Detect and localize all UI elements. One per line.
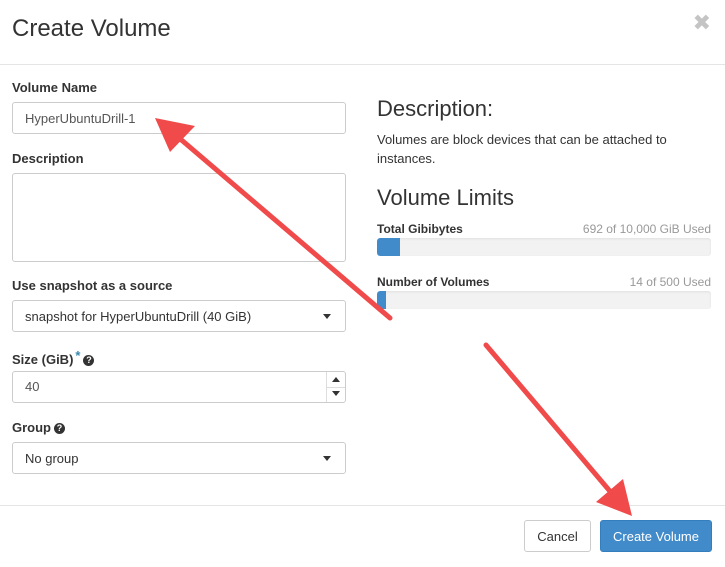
cancel-button[interactable]: Cancel — [524, 520, 591, 552]
size-stepper: 40 — [12, 371, 346, 403]
decrement-icon[interactable] — [327, 387, 345, 402]
volume-name-label: Volume Name — [12, 80, 98, 95]
dialog-header: Create Volume ✖ — [0, 0, 725, 65]
close-icon[interactable]: ✖ — [693, 12, 711, 34]
group-select[interactable]: No group — [12, 442, 346, 474]
increment-icon[interactable] — [327, 372, 345, 388]
caret-down-icon — [323, 456, 331, 461]
snapshot-source-select[interactable]: snapshot for HyperUbuntuDrill (40 GiB) — [12, 300, 346, 332]
red-arrow-icon — [483, 342, 632, 516]
volume-limits-heading: Volume Limits — [377, 185, 514, 210]
size-value[interactable]: 40 — [25, 372, 39, 402]
dialog-title: Create Volume — [12, 15, 171, 42]
total-gibibytes-bar — [377, 238, 711, 256]
number-of-volumes-used: 14 of 500 Used — [629, 275, 711, 289]
create-volume-dialog: Create Volume ✖ Volume Name Description … — [0, 0, 725, 566]
volume-name-input[interactable] — [12, 102, 346, 134]
number-of-volumes-label: Number of Volumes — [377, 275, 490, 289]
description-heading: Description: — [377, 96, 494, 121]
number-of-volumes-bar-fill — [377, 291, 386, 309]
total-gibibytes-used: 692 of 10,000 GiB Used — [582, 222, 711, 236]
description-text: Volumes are block devices that can be at… — [377, 132, 667, 166]
size-label-row: Size (GiB) *? — [12, 348, 95, 367]
description-textarea[interactable] — [12, 173, 346, 262]
required-mark: * — [75, 348, 81, 363]
question-circle-icon[interactable]: ? — [83, 355, 95, 366]
caret-down-icon — [323, 314, 331, 319]
total-gibibytes-label: Total Gibibytes — [377, 222, 463, 236]
create-volume-button[interactable]: Create Volume — [600, 520, 712, 552]
size-label: Size (GiB) — [12, 352, 74, 367]
group-selected: No group — [25, 451, 79, 466]
snapshot-source-selected: snapshot for HyperUbuntuDrill (40 GiB) — [25, 309, 252, 324]
group-label-row: Group? — [12, 420, 65, 435]
description-label: Description — [12, 151, 84, 166]
snapshot-source-label: Use snapshot as a source — [12, 278, 173, 293]
size-spinner — [326, 372, 345, 402]
group-label: Group — [12, 420, 51, 435]
total-gibibytes-bar-fill — [377, 238, 400, 256]
number-of-volumes-bar — [377, 291, 711, 309]
question-circle-icon[interactable]: ? — [54, 423, 65, 434]
